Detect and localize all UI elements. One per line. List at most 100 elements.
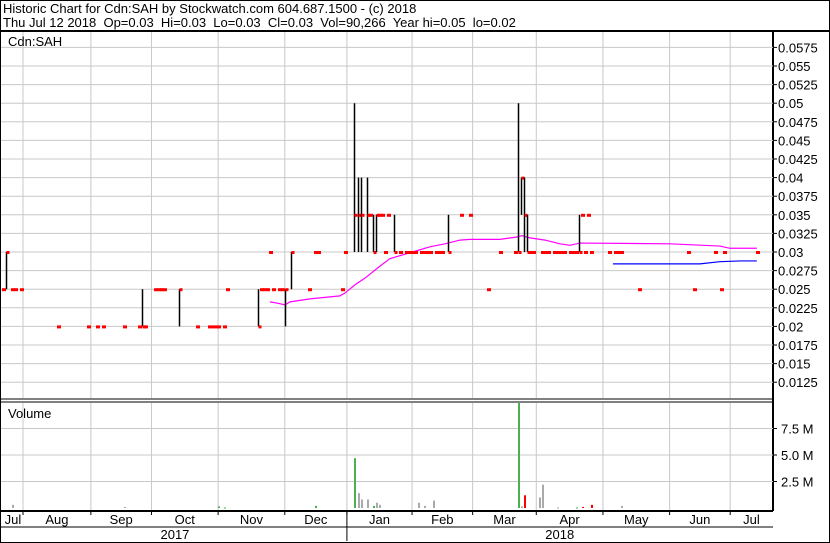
close-tick <box>469 213 473 217</box>
volume-bar <box>376 502 378 508</box>
price-axis-label: 0.0175 <box>778 338 818 353</box>
month-label: Jul <box>743 512 760 527</box>
close-tick <box>441 251 445 254</box>
close-tick <box>532 251 536 254</box>
volume-bar <box>358 493 360 508</box>
close-tick <box>487 288 491 292</box>
close-tick <box>308 288 312 292</box>
close-tick <box>693 288 697 292</box>
close-tick <box>217 325 221 329</box>
close-tick <box>714 251 718 254</box>
close-tick <box>581 213 585 217</box>
close-tick <box>344 251 348 254</box>
month-label: Sep <box>110 512 133 527</box>
close-tick <box>547 251 551 254</box>
close-tick <box>281 288 285 292</box>
price-axis-label: 0.03 <box>778 245 803 260</box>
close-tick <box>638 288 642 292</box>
close-tick <box>258 325 262 329</box>
volume-axis-label: 2.5 M <box>781 475 814 490</box>
close-tick <box>620 251 624 254</box>
close-tick <box>354 213 358 217</box>
close-tick <box>584 251 588 254</box>
volume-bar <box>424 505 426 508</box>
volume-bar <box>12 504 14 508</box>
close-tick <box>179 288 183 292</box>
year-label: 2018 <box>545 527 574 542</box>
volume-bar <box>354 458 356 508</box>
month-label: Feb <box>431 512 453 527</box>
price-axis-label: 0.05 <box>778 96 803 111</box>
close-tick <box>285 288 289 292</box>
price-axis-label: 0.0575 <box>778 40 818 55</box>
close-tick <box>87 325 91 329</box>
close-tick <box>563 251 567 254</box>
month-label: Aug <box>45 512 68 527</box>
close-tick <box>123 325 127 329</box>
price-axis-label: 0.0225 <box>778 301 818 316</box>
close-tick <box>102 325 106 329</box>
close-tick <box>399 251 403 254</box>
price-axis-label: 0.0275 <box>778 264 818 279</box>
price-axis-label: 0.0325 <box>778 226 818 241</box>
volume-bar <box>379 504 381 508</box>
price-axis-label: 0.0375 <box>778 189 818 204</box>
close-tick <box>20 288 24 292</box>
price-axis-label: 0.025 <box>778 282 811 297</box>
month-label: Apr <box>559 512 580 527</box>
close-tick <box>6 251 10 254</box>
close-tick <box>226 288 230 292</box>
volume-bar <box>124 506 126 508</box>
close-tick <box>2 288 6 292</box>
volume-bar <box>621 505 623 508</box>
close-tick <box>272 288 276 292</box>
close-tick <box>223 325 227 329</box>
short-moving-average-line <box>612 260 757 265</box>
close-tick <box>687 251 691 254</box>
price-axis-label: 0.055 <box>778 59 811 74</box>
close-tick <box>590 251 594 254</box>
volume-bar <box>576 507 578 509</box>
volume-bar <box>582 506 584 508</box>
close-tick <box>269 251 273 254</box>
volume-bar <box>224 507 226 509</box>
close-tick <box>448 251 452 254</box>
volume-bar <box>518 403 520 508</box>
volume-axis-label: 5.0 M <box>781 448 814 463</box>
close-tick <box>317 251 321 254</box>
close-tick <box>575 251 579 254</box>
close-tick <box>587 213 591 217</box>
close-tick <box>163 288 167 292</box>
price-axis-label: 0.02 <box>778 319 803 334</box>
volume-axis-label: 7.5 M <box>781 422 814 437</box>
month-label: Oct <box>175 512 196 527</box>
close-tick <box>460 213 464 217</box>
close-tick <box>361 213 365 217</box>
close-tick <box>291 251 295 254</box>
close-tick <box>138 325 142 329</box>
volume-bar <box>315 505 317 508</box>
close-tick <box>394 251 398 254</box>
month-label: May <box>624 512 649 527</box>
volume-bar <box>418 502 420 508</box>
close-tick <box>57 325 61 329</box>
close-tick <box>387 213 391 217</box>
close-tick <box>196 325 200 329</box>
month-label: Jul <box>5 512 22 527</box>
month-label: Jan <box>369 512 390 527</box>
volume-bar <box>557 507 559 509</box>
close-tick <box>720 288 724 292</box>
volume-bar <box>591 504 593 508</box>
price-axis-label: 0.04 <box>778 171 803 186</box>
price-axis-label: 0.0525 <box>778 78 818 93</box>
price-axis-label: 0.015 <box>778 357 811 372</box>
volume-pane-label: Volume <box>8 406 51 421</box>
month-label: Nov <box>240 512 264 527</box>
stock-chart: Jul Aug Sep Oct Nov Dec Jan Feb Mar Apr May Jun Jul 2… <box>0 30 830 542</box>
month-label: Dec <box>304 512 328 527</box>
close-tick <box>579 251 583 254</box>
close-tick <box>14 288 18 292</box>
close-tick <box>723 251 727 254</box>
volume-bar <box>524 495 526 508</box>
close-tick <box>341 288 345 292</box>
